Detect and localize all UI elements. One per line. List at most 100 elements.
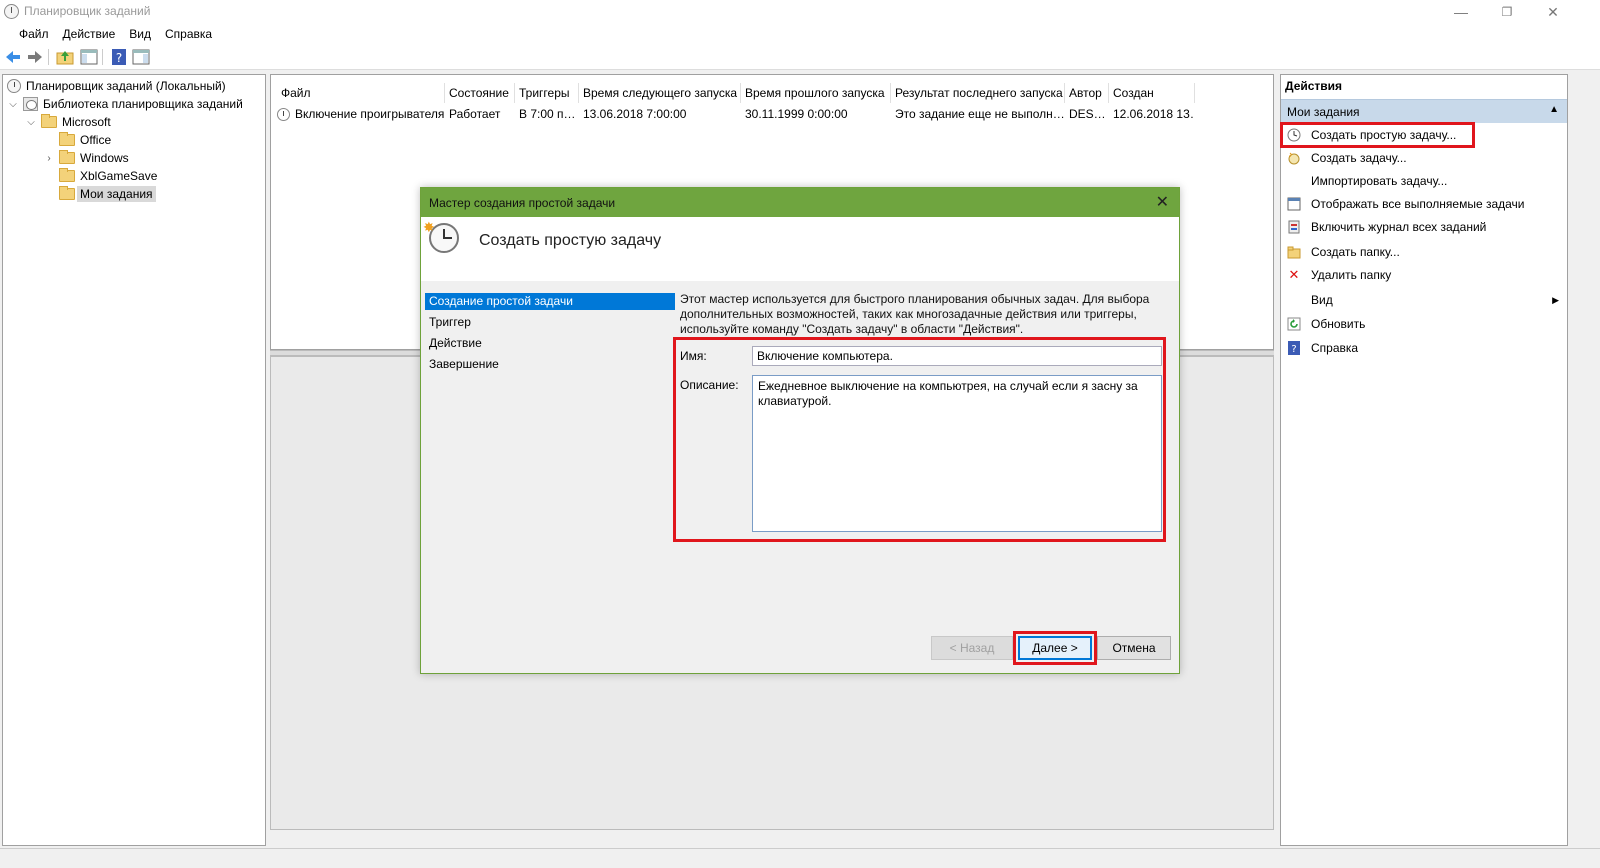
tree-item-label: Office bbox=[80, 133, 112, 147]
delete-icon: ✕ bbox=[1288, 267, 1300, 282]
menu-action[interactable]: Действие bbox=[56, 24, 123, 44]
action-label: Отображать все выполняемые задачи bbox=[1311, 197, 1525, 211]
action-import-task[interactable]: Импортировать задачу... bbox=[1281, 170, 1567, 192]
minimize-button[interactable]: — bbox=[1438, 0, 1484, 24]
table-cell[interactable]: 13.06.2018 7:00:00 bbox=[579, 105, 741, 123]
close-window-button[interactable]: ✕ bbox=[1530, 0, 1576, 24]
dialog-titlebar: Мастер создания простой задачи ✕ bbox=[421, 188, 1179, 217]
action-show-running-tasks[interactable]: Отображать все выполняемые задачи bbox=[1281, 193, 1567, 215]
menu-view[interactable]: Вид bbox=[122, 24, 158, 44]
actions-title: Действия bbox=[1285, 79, 1343, 93]
task-scheduler-clock-icon bbox=[4, 4, 19, 19]
table-cell[interactable]: Включение проигрывателя bbox=[291, 105, 445, 123]
column-header-next-run[interactable]: Время следующего запуска bbox=[579, 83, 741, 103]
back-button[interactable]: < Назад bbox=[931, 636, 1013, 660]
wizard-step-finish[interactable]: Завершение bbox=[425, 356, 675, 377]
column-header-name[interactable]: Файл bbox=[277, 83, 445, 103]
expanded-chevron-icon[interactable]: ⌵ bbox=[25, 117, 37, 128]
tree-item-microsoft[interactable]: ⌵ Microsoft bbox=[25, 113, 111, 131]
column-header-triggers[interactable]: Триггеры bbox=[515, 83, 579, 103]
wizard-step-trigger[interactable]: Триггер bbox=[425, 314, 675, 335]
close-icon[interactable]: ✕ bbox=[1156, 192, 1169, 212]
action-label: Создать задачу... bbox=[1311, 151, 1407, 165]
tree-item-library[interactable]: ⌵ Библиотека планировщика заданий bbox=[7, 95, 243, 113]
up-folder-icon[interactable] bbox=[56, 48, 74, 66]
submenu-arrow-icon: ▶ bbox=[1552, 294, 1559, 305]
show-hide-tree-icon[interactable] bbox=[80, 48, 98, 66]
action-help[interactable]: ? Справка bbox=[1281, 337, 1567, 359]
column-header-last-run[interactable]: Время прошлого запуска bbox=[741, 83, 891, 103]
tree-item-windows[interactable]: › Windows bbox=[43, 149, 129, 167]
table-cell[interactable]: DES… bbox=[1065, 105, 1109, 123]
tree-item-label: Microsoft bbox=[62, 115, 111, 129]
actions-section-label: Мои задания bbox=[1287, 105, 1360, 119]
table-cell[interactable]: Это задание еще не выполн… bbox=[891, 105, 1065, 123]
status-bar bbox=[0, 848, 1600, 868]
library-icon bbox=[23, 97, 38, 111]
tree-item-root[interactable]: Планировщик заданий (Локальный) bbox=[7, 77, 226, 95]
folder-icon bbox=[41, 114, 57, 128]
action-label: Вид bbox=[1311, 293, 1333, 307]
history-log-icon bbox=[1286, 219, 1302, 235]
tree-item-label: Windows bbox=[80, 151, 129, 165]
svg-text:?: ? bbox=[1291, 344, 1296, 355]
action-delete-folder[interactable]: ✕ Удалить папку bbox=[1281, 264, 1567, 286]
action-label: Импортировать задачу... bbox=[1311, 174, 1448, 188]
table-cell[interactable]: 12.06.2018 13… bbox=[1109, 105, 1195, 123]
window-titlebar: Планировщик заданий — ❐ ✕ bbox=[0, 0, 1600, 24]
table-cell[interactable]: Работает bbox=[445, 105, 515, 123]
refresh-icon bbox=[1286, 316, 1302, 332]
wizard-steps: Создание простой задачи Триггер Действие… bbox=[425, 293, 675, 377]
action-view[interactable]: Вид ▶ bbox=[1281, 289, 1567, 311]
running-tasks-icon bbox=[1286, 196, 1302, 212]
column-header-status[interactable]: Состояние bbox=[445, 83, 515, 103]
task-scheduler-clock-icon bbox=[7, 79, 21, 93]
menu-help[interactable]: Справка bbox=[158, 24, 219, 44]
tree-item-office[interactable]: Office bbox=[59, 131, 111, 149]
table-cell[interactable]: В 7:00 п… bbox=[515, 105, 579, 123]
column-header-last-result[interactable]: Результат последнего запуска bbox=[891, 83, 1065, 103]
tree-item-label: Мои задания bbox=[77, 186, 156, 202]
folder-icon bbox=[59, 132, 75, 146]
action-label: Включить журнал всех заданий bbox=[1311, 220, 1487, 234]
action-create-folder[interactable]: Создать папку... bbox=[1281, 241, 1567, 263]
table-cell[interactable]: 30.11.1999 0:00:00 bbox=[741, 105, 891, 123]
wizard-description: Этот мастер используется для быстрого пл… bbox=[680, 292, 1150, 336]
tree-item-label: XblGameSave bbox=[80, 169, 158, 183]
column-header-created[interactable]: Создан bbox=[1109, 83, 1195, 103]
show-hide-action-pane-icon[interactable] bbox=[132, 48, 150, 66]
collapse-arrow-icon[interactable]: ▲ bbox=[1549, 104, 1559, 115]
expanded-chevron-icon[interactable]: ⌵ bbox=[7, 99, 19, 110]
back-arrow-icon[interactable] bbox=[4, 48, 22, 66]
action-create-task[interactable]: Создать задачу... bbox=[1281, 147, 1567, 169]
wizard-step-create[interactable]: Создание простой задачи bbox=[425, 293, 675, 310]
restore-button[interactable]: ❐ bbox=[1484, 0, 1530, 24]
cancel-button[interactable]: Отмена bbox=[1097, 636, 1171, 660]
actions-section-header[interactable]: Мои задания ▲ bbox=[1281, 99, 1567, 123]
actions-pane: Действия Мои задания ▲ Создать простую з… bbox=[1280, 74, 1568, 846]
tree-item-xblgamesave[interactable]: XblGameSave bbox=[59, 167, 157, 185]
wizard-step-action[interactable]: Действие bbox=[425, 335, 675, 356]
highlight-box bbox=[1013, 631, 1097, 665]
menu-file[interactable]: Файл bbox=[12, 24, 56, 44]
toolbar-separator bbox=[48, 49, 49, 65]
folder-icon bbox=[59, 168, 75, 182]
tree-item-label: Библиотека планировщика заданий bbox=[43, 97, 243, 111]
action-refresh[interactable]: Обновить bbox=[1281, 313, 1567, 335]
collapsed-chevron-icon[interactable]: › bbox=[43, 153, 55, 164]
action-label: Справка bbox=[1311, 341, 1359, 355]
highlight-box bbox=[673, 337, 1166, 542]
dialog-header: ✸ Создать простую задачу bbox=[421, 217, 1179, 281]
navigation-tree: Планировщик заданий (Локальный) ⌵ Библио… bbox=[2, 74, 266, 846]
action-enable-history[interactable]: Включить журнал всех заданий bbox=[1281, 216, 1567, 238]
tree-item-my-tasks[interactable]: Мои задания bbox=[59, 185, 156, 203]
highlight-box bbox=[1280, 122, 1475, 148]
column-header-author[interactable]: Автор bbox=[1065, 83, 1109, 103]
toolbar-separator bbox=[102, 49, 103, 65]
help-icon: ? bbox=[1286, 340, 1302, 356]
dialog-heading: Создать простую задачу bbox=[479, 232, 662, 249]
wizard-star-icon: ✸ bbox=[423, 219, 435, 235]
help-icon[interactable]: ? bbox=[110, 48, 128, 66]
toolbar: ? bbox=[0, 44, 1600, 70]
forward-arrow-icon[interactable] bbox=[26, 48, 44, 66]
